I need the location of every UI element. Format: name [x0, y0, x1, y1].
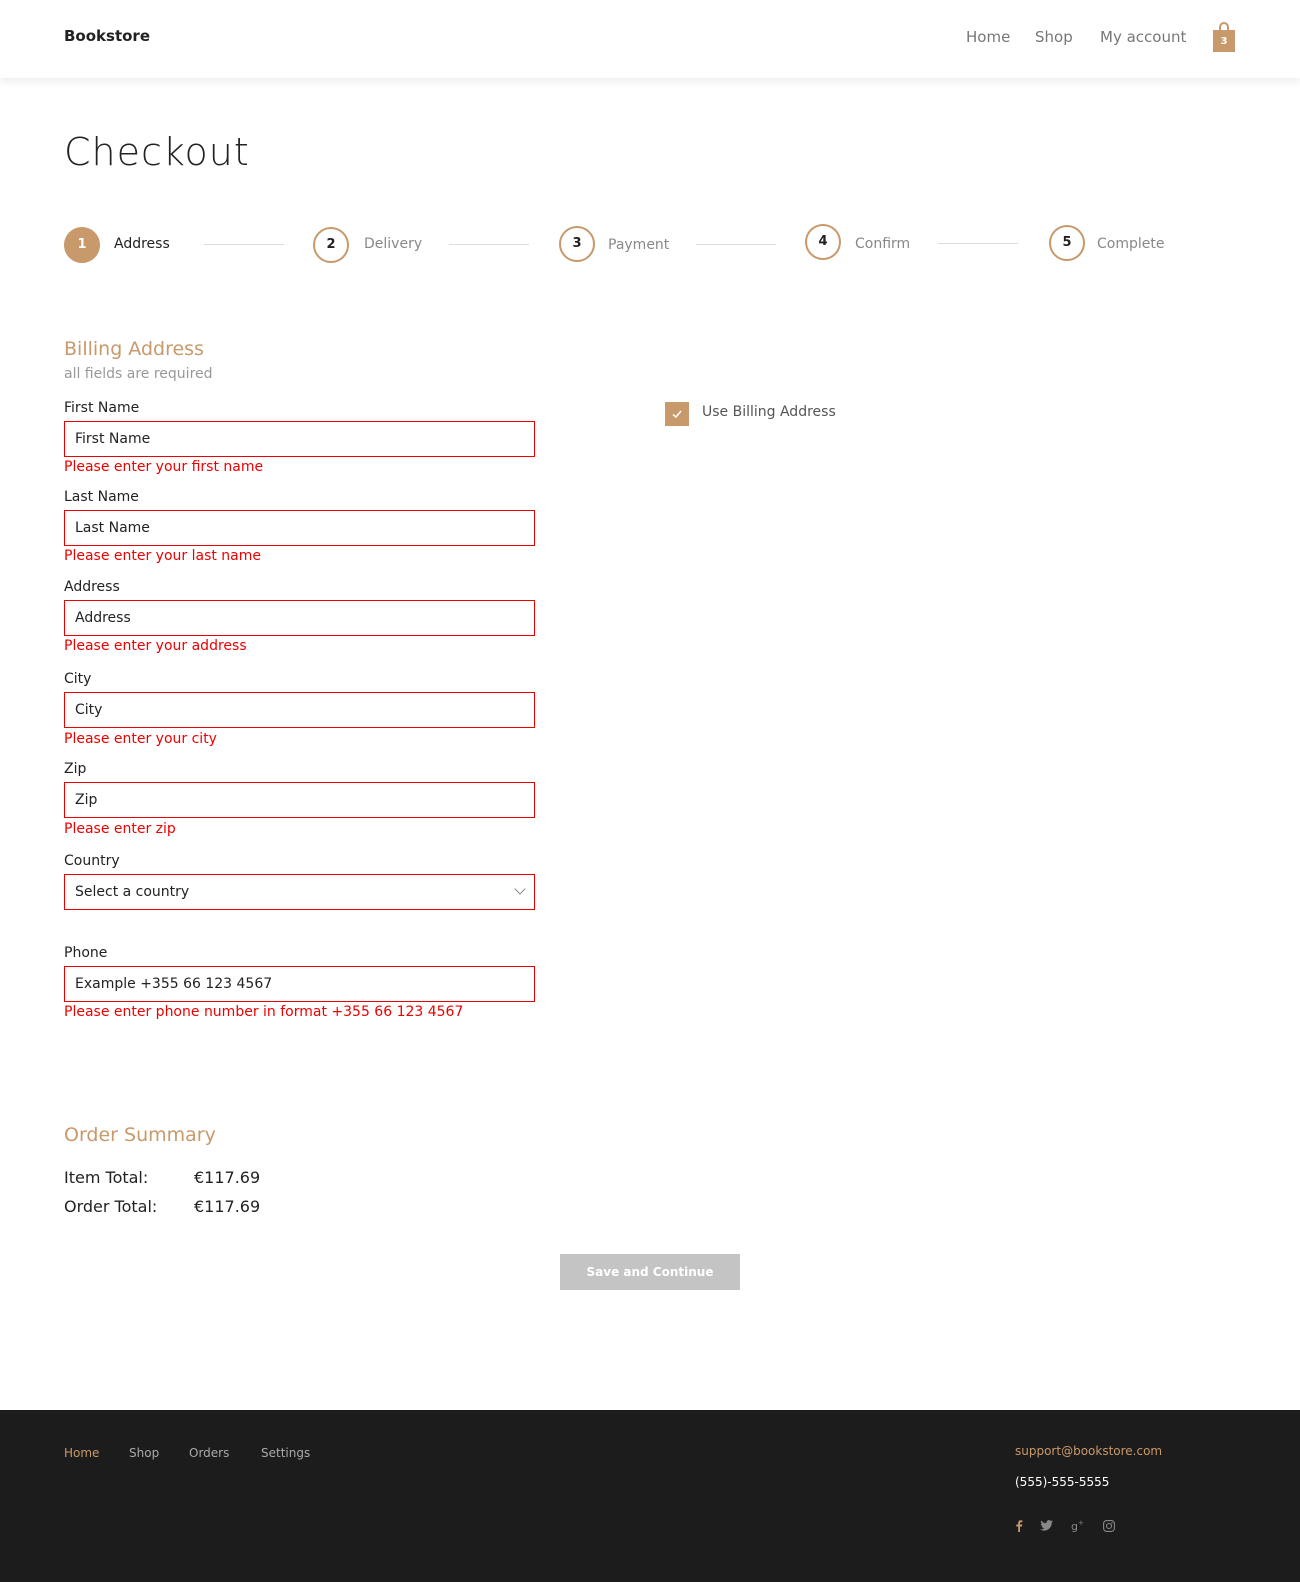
step-4-label: Confirm [855, 236, 911, 252]
country-selected-value: Select a country [75, 884, 190, 900]
step-3-label: Payment [608, 237, 670, 253]
last-name-error: Please enter your last name [64, 548, 262, 564]
city-label: City [64, 671, 92, 687]
chevron-down-icon [514, 883, 526, 895]
cart-count-badge: 3 [1213, 30, 1235, 52]
save-and-continue-button[interactable]: Save and Continue [560, 1254, 740, 1290]
nav-shop[interactable]: Shop [1035, 28, 1073, 46]
address-label: Address [64, 579, 120, 595]
footer-link-shop[interactable]: Shop [129, 1446, 159, 1460]
order-summary-title: Order Summary [64, 1124, 216, 1146]
site-header: Bookstore Home Shop My account 3 [0, 0, 1300, 78]
order-total-value: €117.69 [194, 1197, 261, 1216]
city-field[interactable] [64, 692, 535, 728]
required-note: all fields are required [64, 366, 213, 382]
svg-text:+: + [1078, 1519, 1084, 1527]
page-title: Checkout [64, 130, 250, 174]
country-label: Country [64, 853, 120, 869]
footer-link-orders[interactable]: Orders [189, 1446, 229, 1460]
step-5-circle: 5 [1049, 225, 1085, 261]
city-error: Please enter your city [64, 731, 217, 747]
nav-home[interactable]: Home [966, 28, 1010, 46]
step-4-circle: 4 [805, 224, 841, 260]
step-1-label: Address [114, 236, 170, 252]
step-2-circle: 2 [313, 227, 349, 263]
instagram-icon[interactable] [1103, 1520, 1115, 1532]
facebook-icon[interactable] [1015, 1520, 1023, 1532]
use-billing-address-label[interactable]: Use Billing Address [702, 404, 836, 420]
zip-input[interactable] [65, 783, 534, 817]
twitter-icon[interactable] [1040, 1520, 1053, 1531]
phone-error: Please enter phone number in format +355… [64, 1004, 464, 1020]
last-name-field[interactable] [64, 510, 535, 546]
use-billing-address-checkbox[interactable] [665, 402, 689, 426]
address-error: Please enter your address [64, 638, 247, 654]
billing-address-title: Billing Address [64, 338, 204, 360]
first-name-error: Please enter your first name [64, 459, 264, 475]
order-total-label: Order Total: [64, 1197, 158, 1216]
brand-logo[interactable]: Bookstore [64, 27, 150, 45]
phone-field[interactable] [64, 966, 535, 1002]
step-connector [938, 243, 1018, 244]
site-footer: Home Shop Orders Settings support@bookst… [0, 1410, 1300, 1582]
step-connector [204, 244, 284, 245]
footer-link-settings[interactable]: Settings [261, 1446, 310, 1460]
nav-my-account[interactable]: My account [1100, 28, 1186, 46]
item-total-value: €117.69 [194, 1168, 261, 1187]
last-name-label: Last Name [64, 489, 139, 505]
first-name-label: First Name [64, 400, 140, 416]
zip-field[interactable] [64, 782, 535, 818]
first-name-field[interactable] [64, 421, 535, 457]
step-2-label: Delivery [364, 236, 423, 252]
phone-label: Phone [64, 945, 108, 961]
step-connector [449, 244, 529, 245]
first-name-input[interactable] [65, 422, 534, 456]
cart-icon[interactable]: 3 [1213, 22, 1235, 52]
step-connector [696, 244, 776, 245]
address-field[interactable] [64, 600, 535, 636]
phone-input[interactable] [65, 967, 534, 1001]
support-phone: (555)-555-5555 [1015, 1475, 1110, 1489]
google-plus-icon[interactable]: g + [1071, 1519, 1085, 1532]
step-3-circle: 3 [559, 226, 595, 262]
checkmark-icon [672, 410, 682, 419]
country-select[interactable]: Select a country [64, 874, 535, 910]
step-5-label: Complete [1097, 236, 1165, 252]
support-email-link[interactable]: support@bookstore.com [1015, 1444, 1162, 1458]
city-input[interactable] [65, 693, 534, 727]
step-1-circle: 1 [64, 227, 100, 263]
last-name-input[interactable] [65, 511, 534, 545]
item-total-label: Item Total: [64, 1168, 149, 1187]
footer-link-home[interactable]: Home [64, 1446, 99, 1460]
svg-text:g: g [1071, 1520, 1078, 1532]
address-input[interactable] [65, 601, 534, 635]
zip-label: Zip [64, 761, 87, 777]
zip-error: Please enter zip [64, 821, 176, 837]
